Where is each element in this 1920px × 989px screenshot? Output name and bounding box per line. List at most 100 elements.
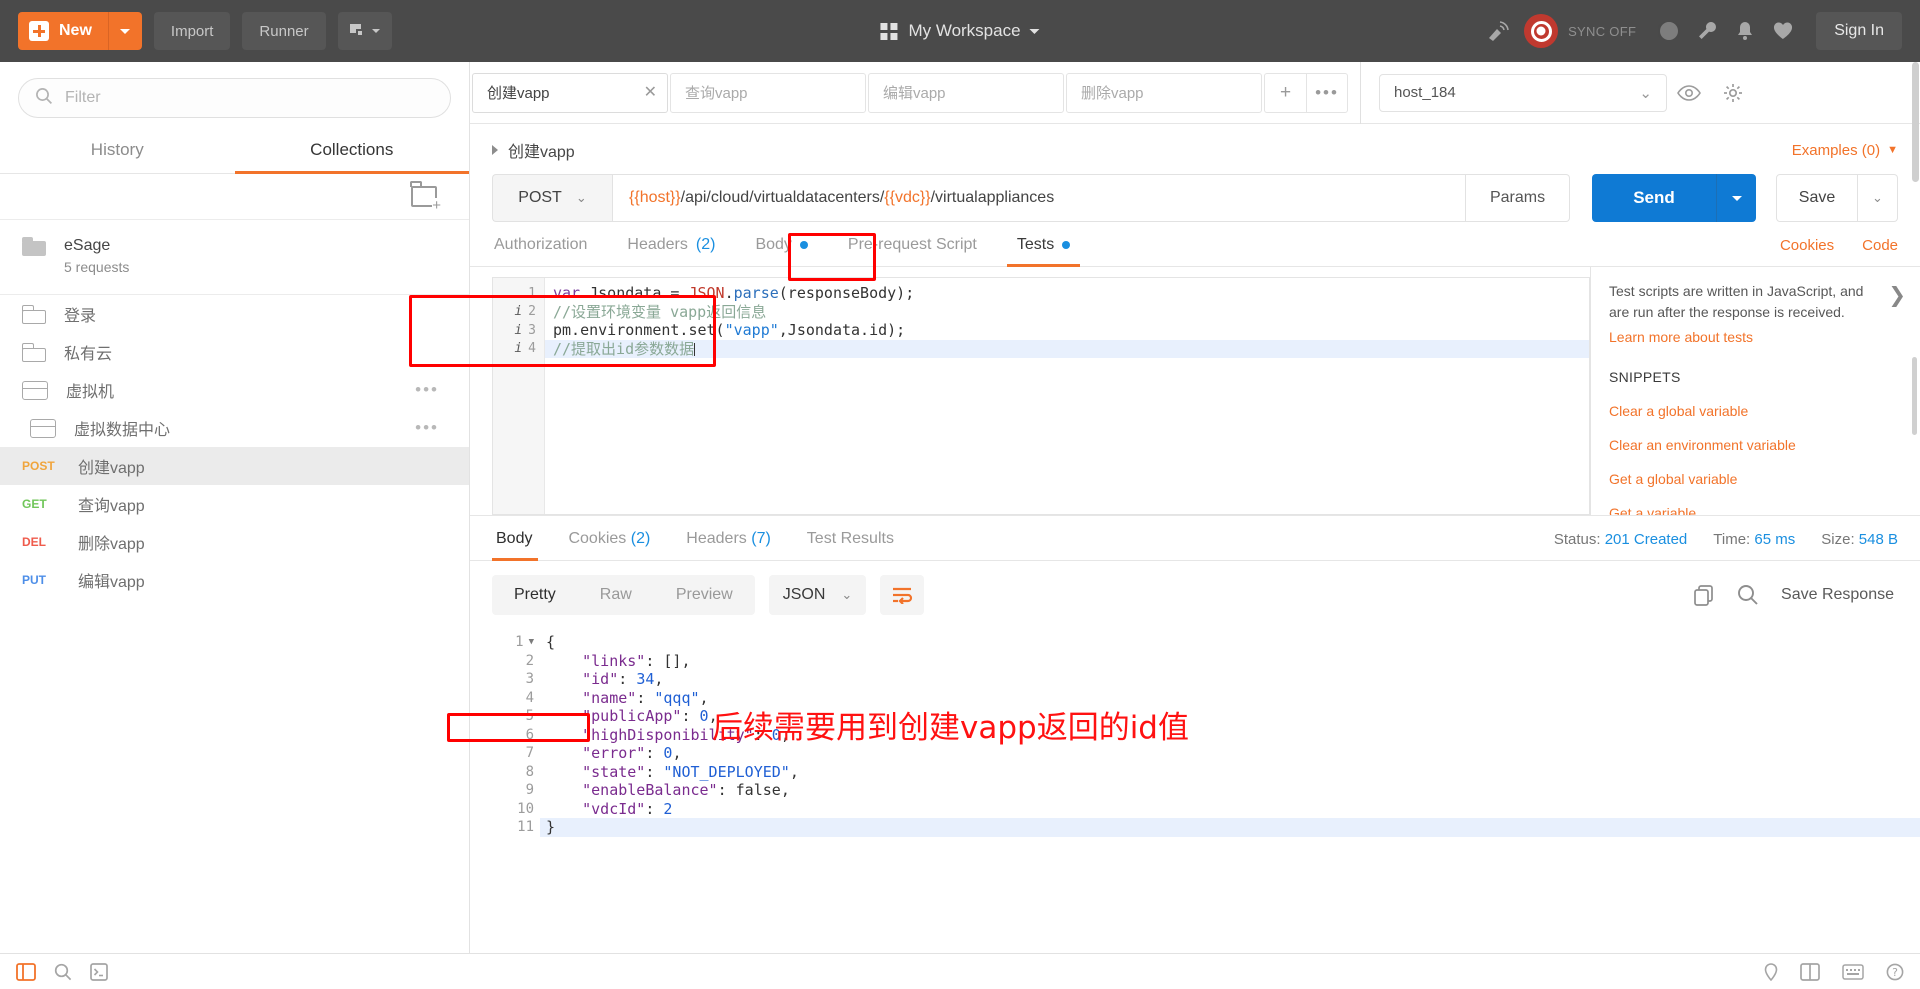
environment-quicklook-icon[interactable] [1667, 84, 1711, 101]
tab-authorization[interactable]: Authorization [492, 236, 607, 266]
request-tab-query-vapp[interactable]: 查询vapp [670, 72, 866, 113]
new-button[interactable]: New [18, 12, 142, 50]
json-key: "error" [582, 744, 646, 762]
view-mode-pretty[interactable]: Pretty [492, 575, 578, 615]
folder-menu-icon[interactable]: ••• [415, 380, 439, 400]
tab-tests[interactable]: Tests [997, 236, 1090, 267]
snippet-get-global-variable[interactable]: Get a global variable [1609, 471, 1902, 487]
request-tab-delete-vapp[interactable]: 删除vapp [1066, 72, 1262, 113]
url-input[interactable]: {{host}}/api/cloud/virtualdatacenters/{{… [612, 174, 1466, 222]
cookies-link[interactable]: Cookies [1780, 237, 1834, 254]
tab-label: Authorization [494, 236, 588, 253]
globe-icon[interactable] [1650, 12, 1688, 50]
toggle-sidebar-icon[interactable] [16, 962, 36, 981]
wrap-lines-button[interactable] [880, 575, 925, 615]
filter-box[interactable] [18, 78, 451, 118]
sidebar-request-delete-vapp[interactable]: DEL 删除vapp [0, 523, 469, 561]
response-format-select[interactable]: JSON ⌄ [768, 575, 867, 615]
help-icon[interactable]: ? [1886, 963, 1904, 981]
tab-body[interactable]: Body [735, 236, 827, 266]
snippet-clear-global-variable[interactable]: Clear a global variable [1609, 403, 1902, 419]
snippet-get-variable[interactable]: Get a variable [1609, 505, 1902, 515]
sidebar-folder-xunishujuzhongxin[interactable]: 虚拟数据中心 ••• [0, 409, 469, 447]
location-pin-icon[interactable] [1764, 962, 1778, 981]
lint-info-icon[interactable]: i [514, 341, 522, 356]
snippet-clear-environment-variable[interactable]: Clear an environment variable [1609, 437, 1902, 453]
runner-button[interactable]: Runner [242, 12, 326, 50]
folder-menu-icon[interactable]: ••• [415, 418, 439, 438]
main-area: History Collections + eSage 5 requests 登… [0, 61, 1920, 953]
editor-code[interactable]: var Jsondata = JSON.parse(responseBody);… [545, 278, 1589, 514]
fold-icon[interactable]: ▼ [529, 633, 534, 652]
workspace-selector[interactable]: My Workspace [880, 21, 1040, 41]
tab-pre-request-script[interactable]: Pre-request Script [828, 236, 997, 266]
learn-more-link[interactable]: Learn more about tests [1609, 329, 1902, 345]
tab-label: Body [755, 236, 792, 253]
response-tab-cookies[interactable]: Cookies (2) [550, 530, 668, 560]
page-scrollbar[interactable] [1912, 62, 1919, 182]
request-tabstrip: 创建vapp ✕ 查询vapp 编辑vapp 删除vapp + ••• host… [470, 61, 1920, 124]
line-number: 3 [528, 322, 536, 338]
sign-in-button[interactable]: Sign In [1816, 12, 1902, 50]
lint-info-icon[interactable]: i [514, 304, 522, 319]
new-dropdown-button[interactable] [107, 12, 142, 50]
send-button[interactable]: Send [1592, 174, 1716, 222]
new-button-main[interactable]: New [18, 12, 108, 50]
environment-select[interactable]: host_184 ⌄ [1379, 73, 1667, 112]
wrench-icon[interactable] [1688, 12, 1726, 50]
close-icon[interactable]: ✕ [644, 84, 657, 101]
save-button[interactable]: Save [1776, 174, 1858, 222]
request-tab-create-vapp[interactable]: 创建vapp ✕ [472, 72, 668, 113]
heart-icon[interactable] [1764, 12, 1802, 50]
tests-code-editor[interactable]: 1 i2 i3 i4 var Jsondata = JSON.parse(res… [492, 277, 1590, 515]
tab-headers[interactable]: Headers (2) [607, 236, 735, 266]
view-mode-preview[interactable]: Preview [654, 575, 755, 615]
view-mode-raw[interactable]: Raw [578, 575, 654, 615]
request-tab-edit-vapp[interactable]: 编辑vapp [868, 72, 1064, 113]
copy-icon[interactable] [1693, 584, 1715, 606]
method-select[interactable]: POST ⌄ [492, 174, 612, 222]
json-tail: , [672, 744, 682, 762]
snippets-scrollbar[interactable] [1912, 357, 1917, 435]
tab-collections[interactable]: Collections [234, 130, 470, 174]
request-method: DEL [22, 535, 46, 550]
params-button[interactable]: Params [1466, 174, 1570, 222]
add-tab-button[interactable]: + [1264, 72, 1306, 113]
tab-history[interactable]: History [0, 130, 235, 173]
new-window-button[interactable] [337, 12, 392, 50]
sidebar-request-edit-vapp[interactable]: PUT 编辑vapp [0, 561, 469, 599]
collapse-panel-icon[interactable]: ❯ [1888, 283, 1906, 308]
collection-root-eSage[interactable]: eSage 5 requests [0, 220, 469, 296]
send-options-button[interactable] [1716, 174, 1756, 222]
save-options-button[interactable]: ⌄ [1858, 174, 1898, 222]
sync-status-icon[interactable] [1524, 14, 1559, 48]
response-tab-test-results[interactable]: Test Results [789, 530, 912, 560]
tab-count: (2) [630, 530, 651, 547]
sidebar-request-query-vapp[interactable]: GET 查询vapp [0, 485, 469, 523]
response-tab-headers[interactable]: Headers (7) [668, 530, 789, 560]
two-pane-icon[interactable] [1800, 962, 1820, 981]
bell-icon[interactable] [1726, 12, 1764, 50]
time-value: 65 ms [1754, 531, 1796, 548]
new-folder-icon[interactable]: + [410, 181, 441, 213]
satellite-icon[interactable] [1480, 12, 1518, 50]
console-icon[interactable] [90, 962, 108, 981]
lint-info-icon[interactable]: i [514, 323, 522, 338]
response-tab-body[interactable]: Body [492, 530, 550, 561]
code-link[interactable]: Code [1862, 237, 1898, 254]
search-icon[interactable] [54, 963, 72, 981]
filter-input[interactable] [65, 89, 434, 107]
keyboard-shortcuts-icon[interactable] [1842, 963, 1864, 980]
sidebar-folder-denglu[interactable]: 登录 [0, 295, 469, 333]
save-response-button[interactable]: Save Response [1781, 586, 1894, 604]
sidebar-request-create-vapp[interactable]: POST 创建vapp [0, 447, 469, 486]
sidebar-folder-siyouyun[interactable]: 私有云 [0, 333, 469, 371]
tab-options-button[interactable]: ••• [1306, 72, 1348, 113]
environment-settings-icon[interactable] [1711, 83, 1755, 103]
response-body[interactable]: 1 ▼ 2 3 4 5 6 7 8 9 10 11 { "links": [],… [470, 627, 1920, 953]
expand-triangle-icon[interactable] [492, 145, 498, 155]
sidebar-folder-xuniji[interactable]: 虚拟机 ••• [0, 371, 469, 409]
examples-dropdown[interactable]: Examples (0) ▼ [1792, 142, 1898, 159]
search-icon[interactable] [1737, 584, 1759, 606]
import-button[interactable]: Import [153, 12, 231, 50]
